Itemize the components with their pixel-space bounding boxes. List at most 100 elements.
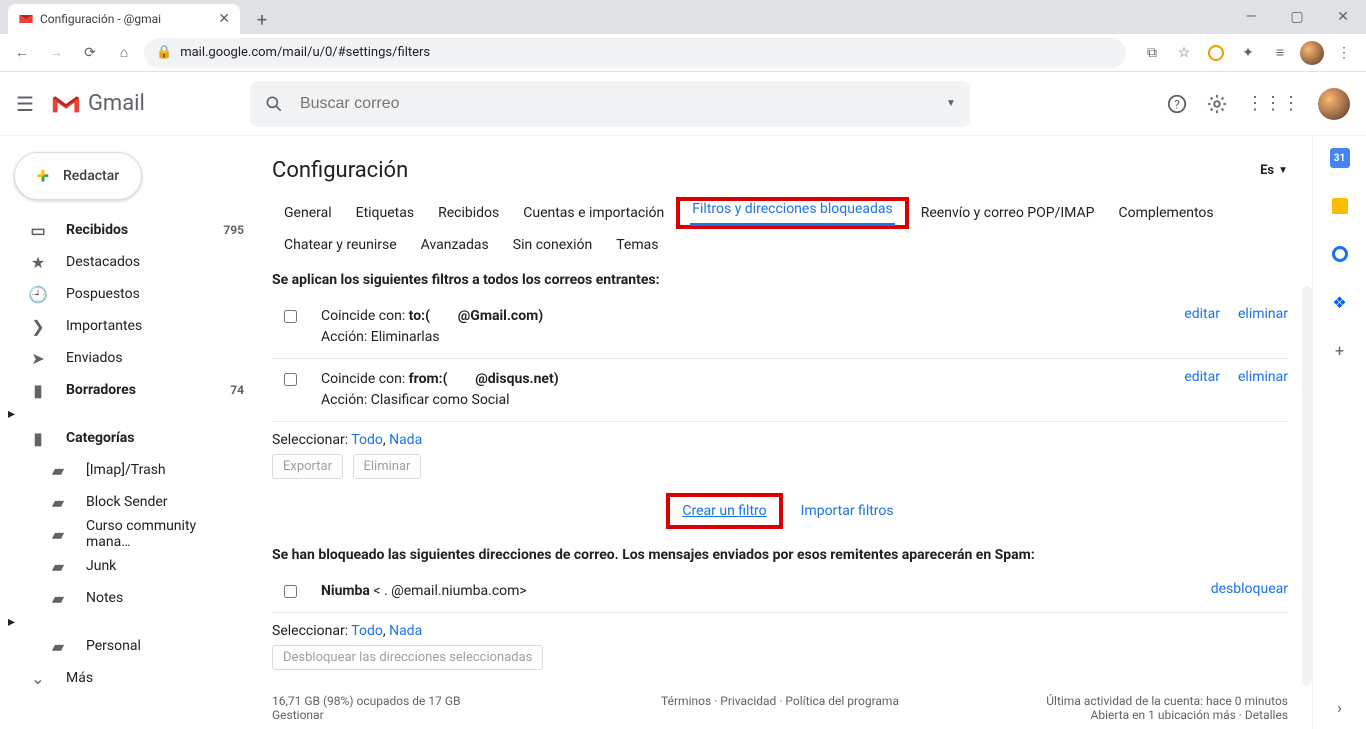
file-icon: ▮ xyxy=(28,381,48,400)
sidebar-item-label: Personal xyxy=(86,638,141,654)
gmail-logo[interactable]: Gmail xyxy=(50,91,250,116)
sidebar-item-label: Pospuestos xyxy=(66,286,140,302)
label-icon: ▰ xyxy=(48,525,68,544)
settings-tab-recibidos[interactable]: Recibidos xyxy=(426,197,511,229)
settings-tab-sin-conexi-n[interactable]: Sin conexión xyxy=(501,229,604,261)
search-input[interactable] xyxy=(298,94,932,114)
sidebar-item-pospuestos[interactable]: 🕘Pospuestos xyxy=(8,278,256,310)
blocked-heading: Se han bloqueado las siguientes direccio… xyxy=(272,547,1288,563)
tasks-icon[interactable] xyxy=(1330,244,1350,264)
compose-label: Redactar xyxy=(63,168,119,184)
home-icon[interactable]: ⌂ xyxy=(110,39,138,67)
extensions-puzzle-icon[interactable]: ✦ xyxy=(1234,39,1262,67)
select-none-link[interactable]: Nada xyxy=(389,432,422,448)
maximize-icon[interactable]: ▢ xyxy=(1274,0,1320,34)
calendar-icon[interactable]: 31 xyxy=(1330,148,1350,168)
expand-caret-icon[interactable]: ▸ xyxy=(8,614,15,630)
keep-icon[interactable] xyxy=(1330,196,1350,216)
sidebar-item-curso-community-mana-[interactable]: ▰Curso community mana… xyxy=(8,518,256,550)
compose-button[interactable]: + Redactar xyxy=(14,152,142,200)
profile-avatar-icon[interactable] xyxy=(1298,39,1326,67)
settings-gear-icon[interactable] xyxy=(1206,93,1228,115)
open-external-icon[interactable]: ⧉ xyxy=(1138,39,1166,67)
extension1-icon[interactable] xyxy=(1202,39,1230,67)
label-icon: ▰ xyxy=(48,557,68,576)
label-icon: ▰ xyxy=(48,493,68,512)
compose-plus-icon: + xyxy=(37,164,49,189)
close-tab-icon[interactable]: ✕ xyxy=(218,11,230,27)
sidebar-item-block-sender[interactable]: ▰Block Sender xyxy=(8,486,256,518)
filter-checkbox[interactable] xyxy=(284,373,297,386)
sidebar-item-enviados[interactable]: ➤ Enviados xyxy=(8,342,256,374)
policy-link[interactable]: Política del programa xyxy=(785,694,899,708)
close-window-icon[interactable]: ✕ xyxy=(1320,0,1366,34)
reading-list-icon[interactable]: ≡ xyxy=(1266,39,1294,67)
blocked-checkbox[interactable] xyxy=(284,585,297,598)
expand-panel-icon[interactable]: › xyxy=(1330,697,1350,717)
settings-tab-reenv-o-y-correo-pop-imap[interactable]: Reenvío y correo POP/IMAP xyxy=(909,197,1107,229)
reload-icon[interactable]: ⟳ xyxy=(76,39,104,67)
settings-tab-temas[interactable]: Temas xyxy=(604,229,670,261)
filter-edit-link[interactable]: editar xyxy=(1184,306,1220,322)
sidebar-item-recibidos[interactable]: ▭Recibidos795 xyxy=(8,214,256,246)
account-avatar[interactable] xyxy=(1318,88,1350,120)
export-button: Exportar xyxy=(272,454,343,479)
sidebar-item-notes[interactable]: ▰Notes xyxy=(8,582,256,614)
sidebar-item-categor-as[interactable]: ▮Categorías xyxy=(8,422,256,454)
filter-delete-link[interactable]: eliminar xyxy=(1238,369,1288,385)
create-filter-link[interactable]: Crear un filtro xyxy=(682,503,766,519)
sidebar-item-destacados[interactable]: ★Destacados xyxy=(8,246,256,278)
sidebar-item-label: [Imap]/Trash xyxy=(86,462,166,478)
unblock-link[interactable]: desbloquear xyxy=(1211,581,1288,597)
select-all-link[interactable]: Todo xyxy=(351,432,383,448)
main-menu-icon[interactable]: ☰ xyxy=(16,92,34,116)
settings-tab-general[interactable]: General xyxy=(272,197,344,229)
dropbox-icon[interactable]: ❖ xyxy=(1330,292,1350,312)
sidebar-item-personal[interactable]: ▰Personal xyxy=(8,630,256,662)
browser-menu-icon[interactable]: ⋮ xyxy=(1330,39,1358,67)
sidebar-item--imap-trash[interactable]: ▰[Imap]/Trash xyxy=(8,454,256,486)
gmail-header: ☰ Gmail ▼ ? ⋮⋮⋮ xyxy=(0,72,1366,136)
settings-tab-complementos[interactable]: Complementos xyxy=(1106,197,1225,229)
sidebar-item-borradores[interactable]: ▮Borradores74 xyxy=(8,374,256,406)
privacy-link[interactable]: Privacidad xyxy=(720,694,776,708)
language-switcher[interactable]: Es ▼ xyxy=(1260,163,1288,178)
address-bar[interactable]: 🔒 mail.google.com/mail/u/0/#settings/fil… xyxy=(144,38,1126,68)
filter-delete-link[interactable]: eliminar xyxy=(1238,306,1288,322)
bookmark-star-icon[interactable]: ☆ xyxy=(1170,39,1198,67)
sidebar-item-junk[interactable]: ▰Junk xyxy=(8,550,256,582)
window-titlebar: Configuración - @gmai ✕ + — ▢ ✕ xyxy=(0,0,1366,34)
settings-tab-etiquetas[interactable]: Etiquetas xyxy=(344,197,426,229)
support-icon[interactable]: ? xyxy=(1166,93,1188,115)
details-link[interactable]: Detalles xyxy=(1245,708,1288,722)
sidebar-item-importantes[interactable]: ❯Importantes xyxy=(8,310,256,342)
blocked-select-none-link[interactable]: Nada xyxy=(389,623,422,639)
minimize-icon[interactable]: — xyxy=(1228,0,1274,34)
google-apps-icon[interactable]: ⋮⋮⋮ xyxy=(1246,93,1300,114)
search-options-icon[interactable]: ▼ xyxy=(946,98,956,109)
sent-icon: ➤ xyxy=(28,349,48,368)
sidebar-item-m-s[interactable]: ⌄Más xyxy=(8,662,256,694)
settings-main: Configuración Es ▼ GeneralEtiquetasRecib… xyxy=(256,136,1312,729)
url-text: mail.google.com/mail/u/0/#settings/filte… xyxy=(180,45,430,60)
expand-caret-icon[interactable]: ▸ xyxy=(8,406,15,422)
browser-tab[interactable]: Configuración - @gmai ✕ xyxy=(8,4,240,34)
addons-plus-icon[interactable]: + xyxy=(1330,340,1350,360)
import-filters-link[interactable]: Importar filtros xyxy=(801,503,894,519)
back-icon[interactable]: ← xyxy=(8,39,36,67)
settings-tab-chatear-y-reunirse[interactable]: Chatear y reunirse xyxy=(272,229,409,261)
new-tab-button[interactable]: + xyxy=(248,6,276,34)
settings-tab-avanzadas[interactable]: Avanzadas xyxy=(409,229,501,261)
blocked-select-all-link[interactable]: Todo xyxy=(351,623,383,639)
scrollbar[interactable] xyxy=(1302,286,1312,686)
page-title: Configuración xyxy=(272,158,408,183)
settings-tab-filtros-y-direcciones-bloqueadas[interactable]: Filtros y direcciones bloqueadas xyxy=(680,193,904,225)
manage-storage-link[interactable]: Gestionar xyxy=(272,708,611,722)
terms-link[interactable]: Términos xyxy=(661,694,711,708)
sidebar-item-label: Enviados xyxy=(66,350,123,366)
inbox-icon: ▭ xyxy=(28,221,48,240)
settings-tab-cuentas-e-importaci-n[interactable]: Cuentas e importación xyxy=(511,197,676,229)
search-bar[interactable]: ▼ xyxy=(250,81,970,127)
filter-checkbox[interactable] xyxy=(284,310,297,323)
filter-edit-link[interactable]: editar xyxy=(1184,369,1220,385)
